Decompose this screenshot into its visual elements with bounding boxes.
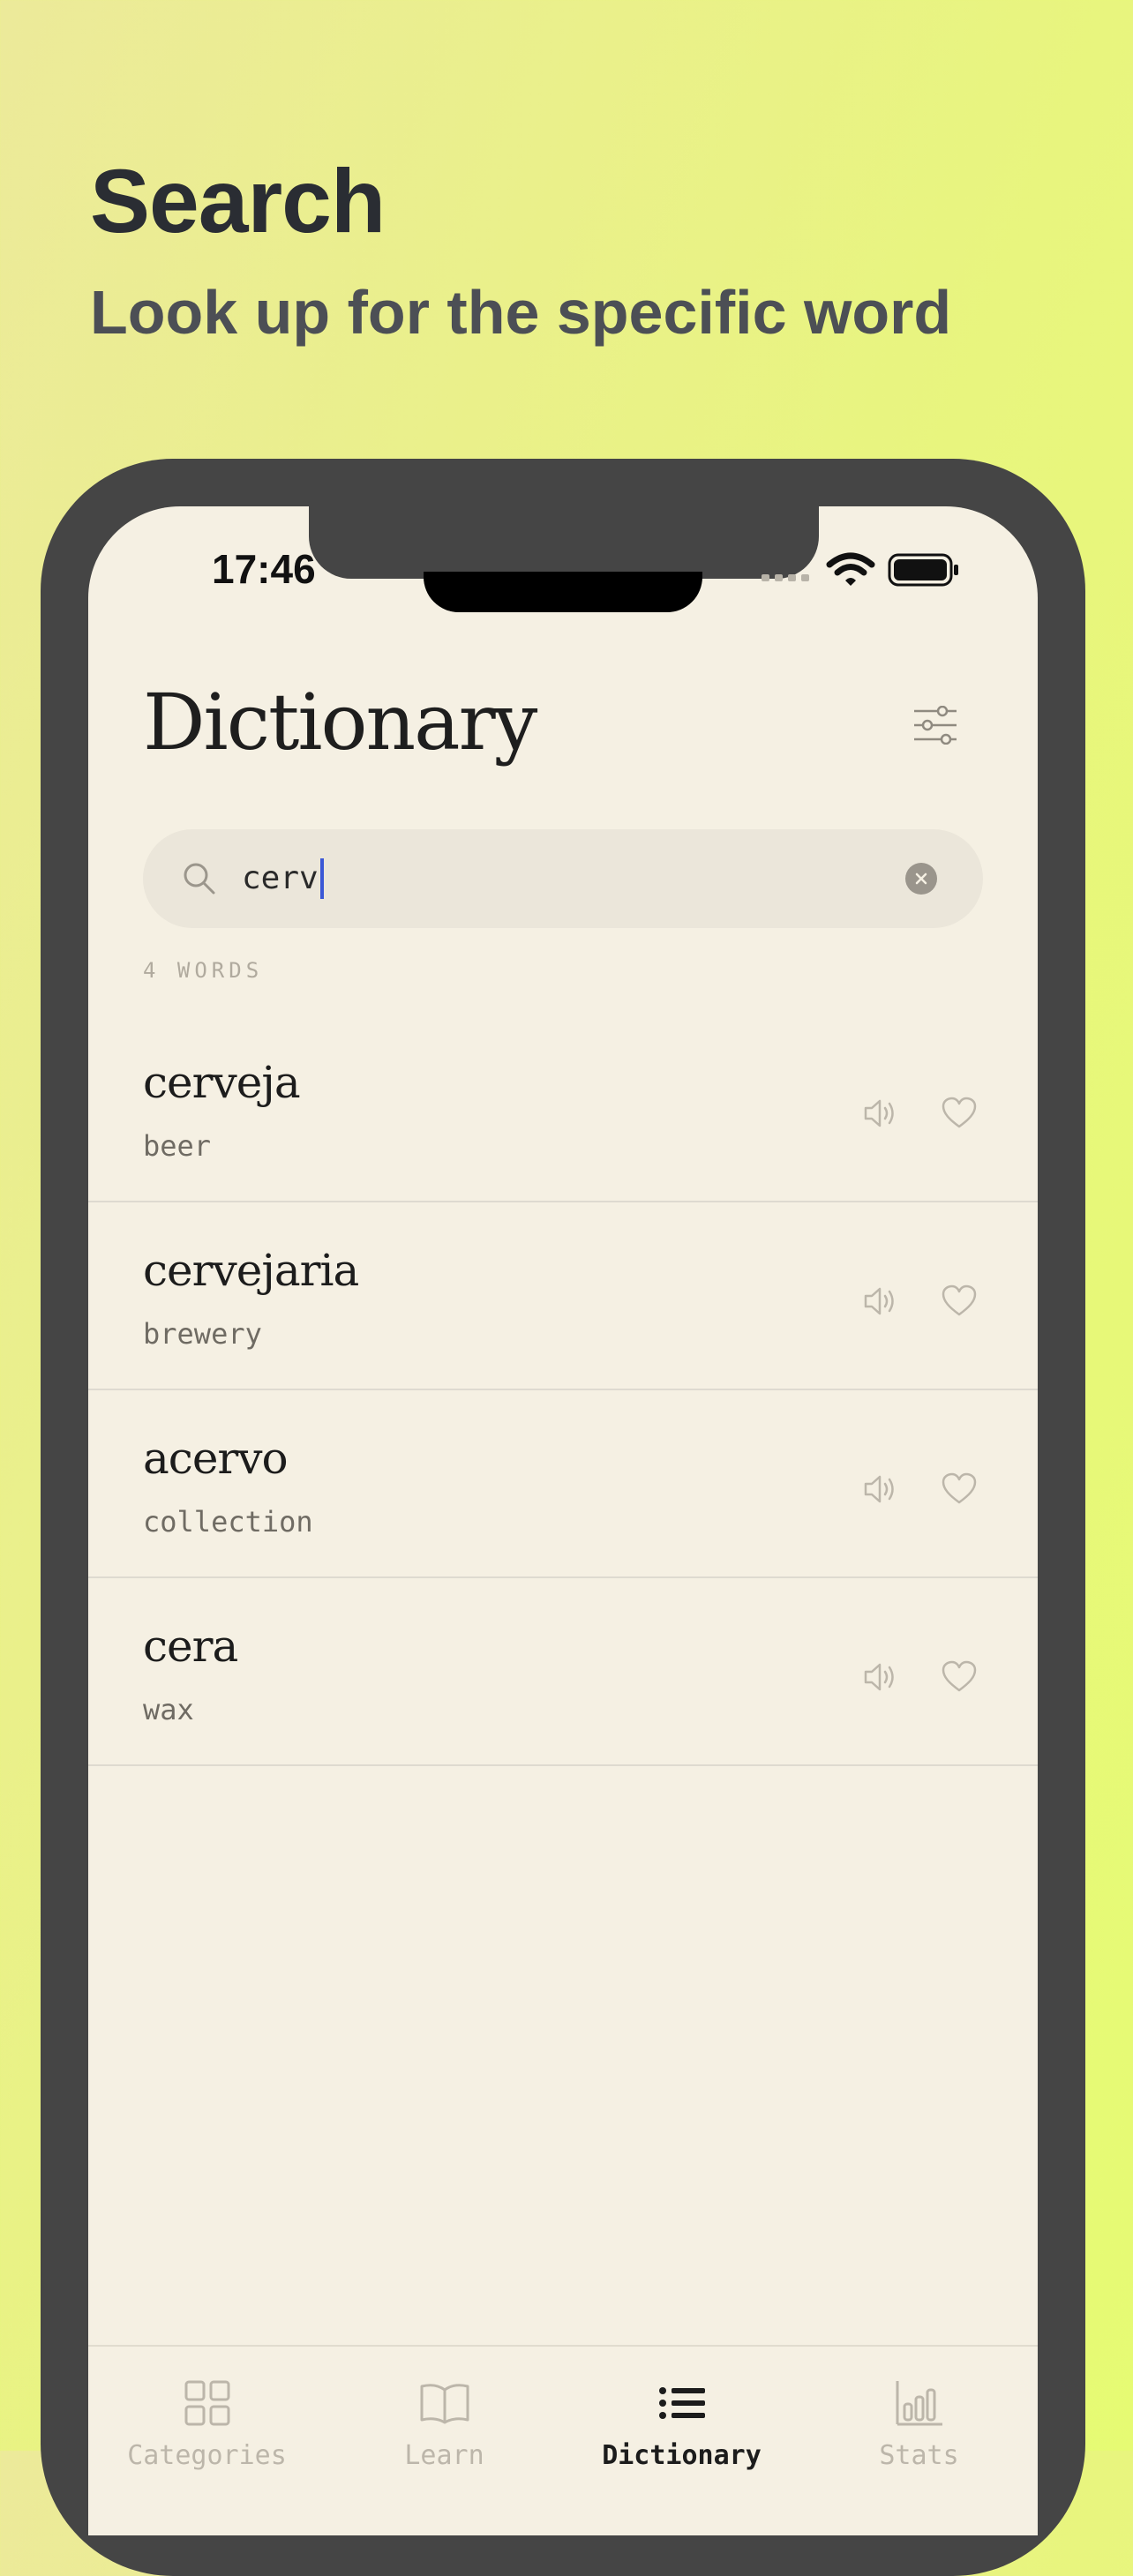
heart-icon[interactable]	[941, 1284, 978, 1319]
clear-search-button[interactable]	[905, 863, 937, 895]
word-term: cerveja	[143, 1057, 301, 1108]
tab-dictionary[interactable]: Dictionary	[563, 2347, 800, 2535]
speaker-icon[interactable]	[862, 1659, 897, 1695]
word-list: cerveja beer cervejaria brewery acervo c…	[88, 1015, 1038, 1766]
close-icon	[915, 872, 927, 885]
bar-chart-icon	[896, 2381, 942, 2426]
heart-icon[interactable]	[941, 1096, 978, 1131]
result-count: 4 WORDS	[143, 958, 264, 983]
word-translation: brewery	[143, 1317, 262, 1351]
text-caret	[319, 858, 324, 899]
list-item[interactable]: cera wax	[88, 1578, 1038, 1766]
list-item[interactable]: acervo collection	[88, 1390, 1038, 1578]
sliders-icon	[914, 706, 957, 745]
signal-icon	[762, 574, 809, 581]
list-item[interactable]: cerveja beer	[88, 1015, 1038, 1202]
word-translation: collection	[143, 1505, 313, 1539]
tab-bar: Categories Learn Dictionary Stats	[88, 2345, 1038, 2535]
tab-label: Learn	[404, 2440, 484, 2471]
status-time: 17:46	[212, 546, 316, 592]
book-icon	[420, 2384, 469, 2424]
dynamic-island	[424, 572, 702, 612]
speaker-icon[interactable]	[862, 1471, 897, 1507]
speaker-icon[interactable]	[862, 1096, 897, 1131]
tab-label: Categories	[127, 2440, 287, 2471]
promo-subtitle: Look up for the specific word	[90, 278, 952, 347]
grid-icon	[184, 2380, 229, 2426]
search-icon	[184, 863, 215, 895]
search-input[interactable]: cerv	[143, 829, 983, 928]
speaker-icon[interactable]	[862, 1284, 897, 1319]
page-title: Dictionary	[143, 677, 537, 768]
tab-label: Dictionary	[602, 2440, 762, 2471]
word-translation: beer	[143, 1129, 212, 1163]
tab-learn[interactable]: Learn	[326, 2347, 563, 2535]
word-term: cera	[143, 1621, 238, 1672]
heart-icon[interactable]	[941, 1471, 978, 1507]
list-icon	[658, 2387, 705, 2419]
promo-title: Search	[90, 151, 386, 251]
word-term: cervejaria	[143, 1245, 359, 1296]
tab-stats[interactable]: Stats	[800, 2347, 1038, 2535]
heart-icon[interactable]	[941, 1659, 978, 1695]
list-item[interactable]: cervejaria brewery	[88, 1202, 1038, 1390]
word-translation: wax	[143, 1693, 194, 1726]
app-screen: 17:46 Dictionary cerv 4 WORDS cerveja be…	[88, 506, 1038, 2535]
battery-icon	[888, 553, 958, 587]
filter-button[interactable]	[909, 699, 962, 752]
search-query: cerv	[242, 860, 319, 896]
tab-categories[interactable]: Categories	[88, 2347, 326, 2535]
tab-label: Stats	[879, 2440, 959, 2471]
word-term: acervo	[143, 1433, 289, 1484]
wifi-icon	[826, 552, 875, 586]
phone-notch	[309, 506, 819, 579]
